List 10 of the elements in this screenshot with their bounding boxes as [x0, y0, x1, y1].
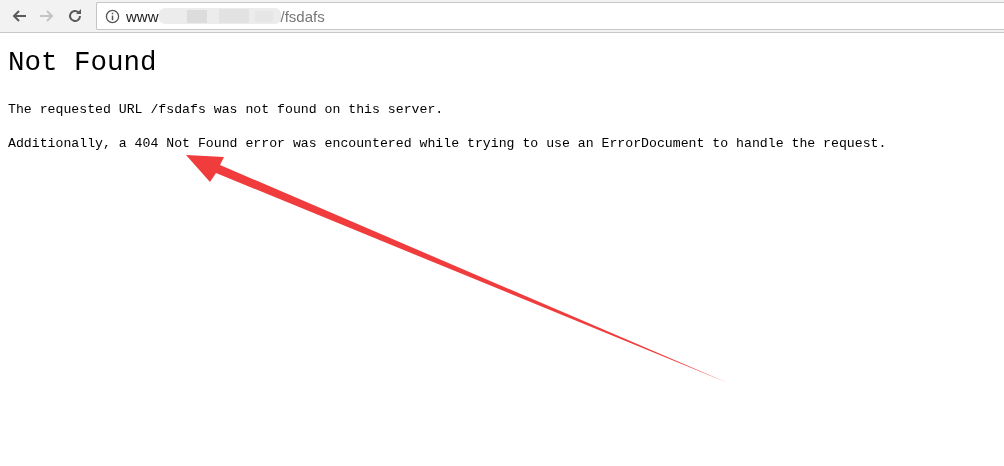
address-field[interactable]: www /fsdafs: [96, 2, 1004, 30]
error-message: The requested URL /fsdafs was not found on this server.: [8, 101, 445, 119]
url-text: www: [126, 7, 159, 25]
info-icon[interactable]: [105, 8, 120, 24]
error-message: Additionally, a 404 Not Found error was encountered while trying to use an ErrorDocument to handle the request.: [8, 135, 888, 153]
arrow-right-icon: [39, 8, 55, 24]
arrow-left-icon: [11, 8, 27, 24]
url-text: /fsdafs: [280, 7, 325, 25]
reload-icon: [67, 8, 83, 24]
page-heading: Not Found: [8, 46, 158, 80]
